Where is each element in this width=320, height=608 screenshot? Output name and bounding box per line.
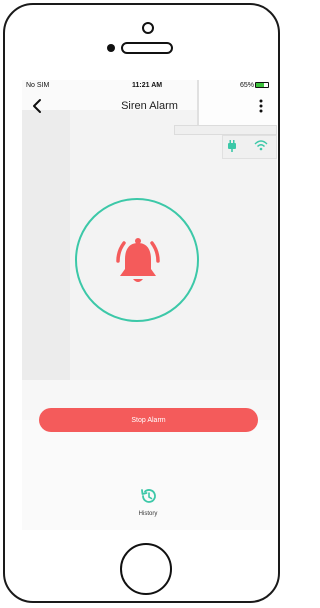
home-button[interactable]	[120, 543, 172, 595]
carrier-label: No SIM	[26, 82, 50, 89]
battery-icon	[255, 82, 269, 88]
battery-percent: 65%	[240, 82, 255, 89]
app-screen: No SIM 11:21 AM 65% Siren Alarm Stop Ala…	[22, 80, 277, 530]
camera-icon	[142, 22, 154, 34]
speaker-grille	[121, 42, 173, 54]
bell-ringing-icon	[116, 238, 160, 282]
sensor-dot	[107, 44, 115, 52]
wifi-icon	[254, 140, 268, 151]
battery-fill	[256, 83, 264, 87]
page-title: Siren Alarm	[121, 100, 178, 112]
room-left-wall	[22, 110, 70, 400]
history-icon[interactable]	[139, 487, 157, 505]
more-vertical-icon[interactable]	[256, 98, 266, 114]
plug-icon	[228, 140, 236, 152]
chevron-left-icon[interactable]	[30, 98, 44, 114]
history-label[interactable]: History	[122, 511, 174, 517]
room-shelf	[174, 125, 277, 135]
status-bar: No SIM 11:21 AM 65%	[22, 80, 277, 94]
clock-time: 11:21 AM	[132, 82, 163, 89]
stop-alarm-button[interactable]: Stop Alarm	[39, 408, 258, 432]
